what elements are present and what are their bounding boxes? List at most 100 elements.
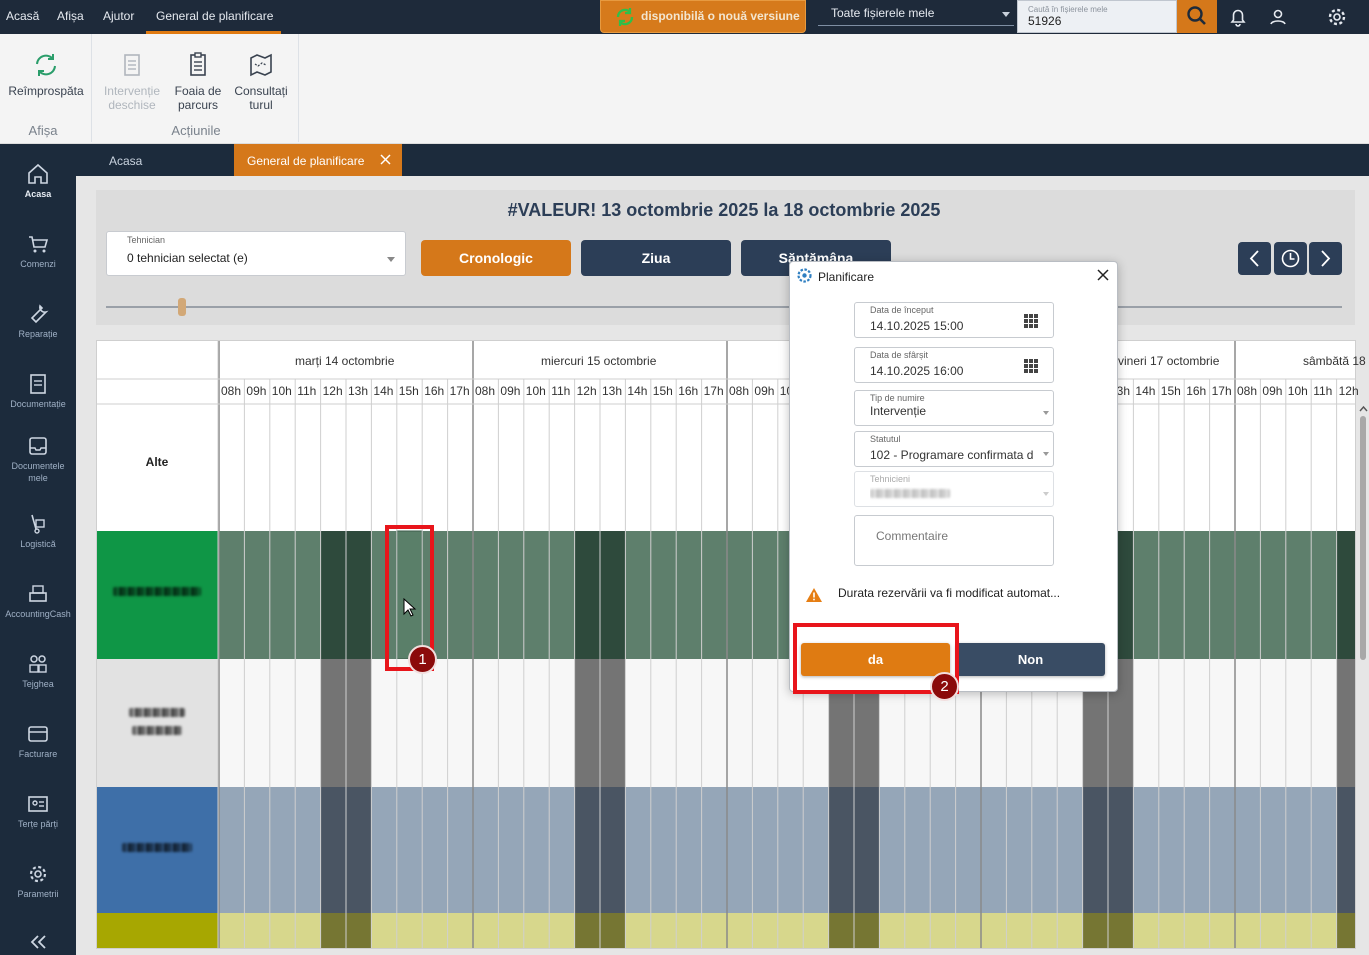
status-value: 102 - Programare confirmata d xyxy=(870,448,1034,462)
comment-textarea[interactable]: Commentaire xyxy=(854,515,1054,566)
document-icon xyxy=(30,374,46,394)
sidebar-item-documentatie[interactable]: Documentație xyxy=(0,372,76,410)
cart-icon xyxy=(29,236,49,253)
appointment-type-value: Intervenție xyxy=(870,404,927,418)
search-input[interactable]: Caută în fișierele mele 51926 xyxy=(1017,0,1177,33)
zoom-slider-track[interactable] xyxy=(106,306,1342,308)
tab-label: General de planificare xyxy=(247,154,365,168)
sidebar-item-parametrii[interactable]: Parametrii xyxy=(0,862,76,900)
hour-label: 13h xyxy=(348,384,369,398)
sidebar-item-terte-parti[interactable]: Terțe părți xyxy=(0,792,76,830)
hour-label: 11h xyxy=(1313,384,1333,398)
hour-label: 10h xyxy=(1287,384,1308,398)
sidebar-item-accountingcash[interactable]: AccountingCash xyxy=(0,582,76,620)
search-button[interactable] xyxy=(1177,0,1217,33)
technician-select-value: 0 tehnician selectat (e) xyxy=(127,251,248,265)
hour-label: 12h xyxy=(322,384,343,398)
hour-label: 12h xyxy=(1338,384,1358,398)
user-icon[interactable] xyxy=(1267,6,1289,28)
hour-label: 15h xyxy=(652,384,673,398)
app-logo-icon xyxy=(797,268,812,283)
update-available-button[interactable]: disponibilă o nouă versiune xyxy=(600,0,806,33)
sidebar-item-label: Tejghea xyxy=(22,679,54,689)
calendar-grid-icon[interactable] xyxy=(1023,313,1039,329)
sidebar-item-logistica[interactable]: Logistică xyxy=(0,512,76,550)
technician-select[interactable]: Tehnician 0 tehnician selectat (e) xyxy=(106,231,406,276)
chevron-right-icon xyxy=(1321,250,1331,267)
sidebar-collapse-button[interactable] xyxy=(0,932,76,954)
start-date-label: Data de început xyxy=(870,305,934,315)
zoom-slider-handle[interactable] xyxy=(178,298,186,316)
schedule-grid-canvas xyxy=(97,341,1355,948)
comment-placeholder: Commentaire xyxy=(876,529,949,543)
chevron-down-icon xyxy=(1002,12,1010,17)
hour-label: 11h xyxy=(297,384,317,398)
chevron-down-icon xyxy=(1043,492,1049,496)
hour-label: 14h xyxy=(373,384,394,398)
dialog-title: Planificare xyxy=(818,270,875,284)
menu-ajutor[interactable]: Ajutor xyxy=(103,9,134,23)
sidebar-item-tejghea[interactable]: Tejghea xyxy=(0,652,76,690)
warning-icon xyxy=(806,588,822,602)
sidebar-item-facturare[interactable]: Facturare xyxy=(0,722,76,760)
view-chronological-button[interactable]: Cronologic xyxy=(421,240,571,276)
day-header: vineri 17 octombrie xyxy=(1118,354,1220,368)
resource-label-redacted xyxy=(97,585,217,599)
tab-label: Acasa xyxy=(109,154,143,168)
end-date-field[interactable]: Data de sfârșit 14.10.2025 16:00 xyxy=(854,347,1054,383)
hours-row: 08h 09h 10h 11h 12h 13h 14h 15h 16h 17h 08h 09h 10h 1… xyxy=(218,384,1358,398)
wrench-icon xyxy=(30,304,49,324)
appointment-type-select[interactable]: Tip de numire Intervenție xyxy=(854,390,1054,426)
menu-general-de-planificare[interactable]: General de planificare xyxy=(156,9,273,23)
search-icon xyxy=(1187,6,1206,25)
step-badge-2: 2 xyxy=(930,672,959,701)
tab-acasa[interactable]: Acasa xyxy=(76,144,234,176)
sidebar-item-label: Facturare xyxy=(18,749,58,759)
today-button[interactable] xyxy=(1274,242,1307,275)
start-date-value: 14.10.2025 15:00 xyxy=(870,319,964,333)
consult-tour-button[interactable]: Consultați turul xyxy=(230,50,292,112)
view-day-button[interactable]: Ziua xyxy=(581,240,731,276)
hour-label: 17h xyxy=(703,384,724,398)
sidebar-item-comenzi[interactable]: Comenzi xyxy=(0,232,76,270)
confirm-no-button[interactable]: Non xyxy=(956,643,1105,676)
hour-label: 08h xyxy=(475,384,496,398)
refresh-icon xyxy=(36,54,56,76)
sidebar-item-label: Documentație xyxy=(10,399,66,409)
close-icon[interactable] xyxy=(380,154,391,165)
start-date-field[interactable]: Data de început 14.10.2025 15:00 xyxy=(854,302,1054,338)
tab-bar: Acasa General de planificare xyxy=(76,144,1369,176)
menu-afisa[interactable]: Afișa xyxy=(57,9,84,23)
menu-acasa[interactable]: Acasă xyxy=(6,9,39,23)
day-header: marți 14 octombrie xyxy=(295,354,395,368)
sidebar-item-documentele-mele[interactable]: Documentele mele xyxy=(0,434,76,484)
scroll-up-arrow[interactable] xyxy=(1358,404,1369,414)
appointment-type-label: Tip de numire xyxy=(870,393,925,403)
refresh-button[interactable]: Reîmprospăta xyxy=(4,50,88,98)
previous-period-button[interactable] xyxy=(1238,242,1271,275)
calendar-grid-icon[interactable] xyxy=(1023,358,1039,374)
gear-icon[interactable] xyxy=(1326,6,1348,28)
files-filter-select[interactable]: Toate fișierele mele xyxy=(818,2,1014,26)
hour-label: 15h xyxy=(398,384,419,398)
map-icon xyxy=(250,53,272,77)
mouse-cursor-icon xyxy=(403,598,417,617)
double-chevron-left-icon xyxy=(30,935,46,949)
close-icon[interactable] xyxy=(1096,268,1110,282)
home-icon xyxy=(28,163,48,184)
route-sheet-button[interactable]: Foaia de parcurs xyxy=(168,50,228,112)
bell-icon[interactable] xyxy=(1227,6,1249,28)
sidebar-item-label: Terțe părți xyxy=(17,819,59,829)
status-select[interactable]: Statutul 102 - Programare confirmata d xyxy=(854,431,1054,467)
next-period-button[interactable] xyxy=(1309,242,1342,275)
hour-label: 16h xyxy=(424,384,445,398)
tab-general-de-planificare[interactable]: General de planificare xyxy=(234,144,402,176)
group-label-actions: Acțiunile xyxy=(171,123,221,138)
sidebar-item-acasa[interactable]: Acasa xyxy=(0,162,76,200)
open-intervention-button[interactable]: Intervenție deschise xyxy=(100,50,164,112)
ribbon-toolbar: Reîmprospăta Afișa Intervenție deschise … xyxy=(0,34,1369,144)
ribbon-separator xyxy=(91,34,92,142)
hour-label: 11h xyxy=(551,384,571,398)
sidebar-item-reparatie[interactable]: Reparație xyxy=(0,302,76,340)
scrollbar-thumb[interactable] xyxy=(1360,416,1366,660)
